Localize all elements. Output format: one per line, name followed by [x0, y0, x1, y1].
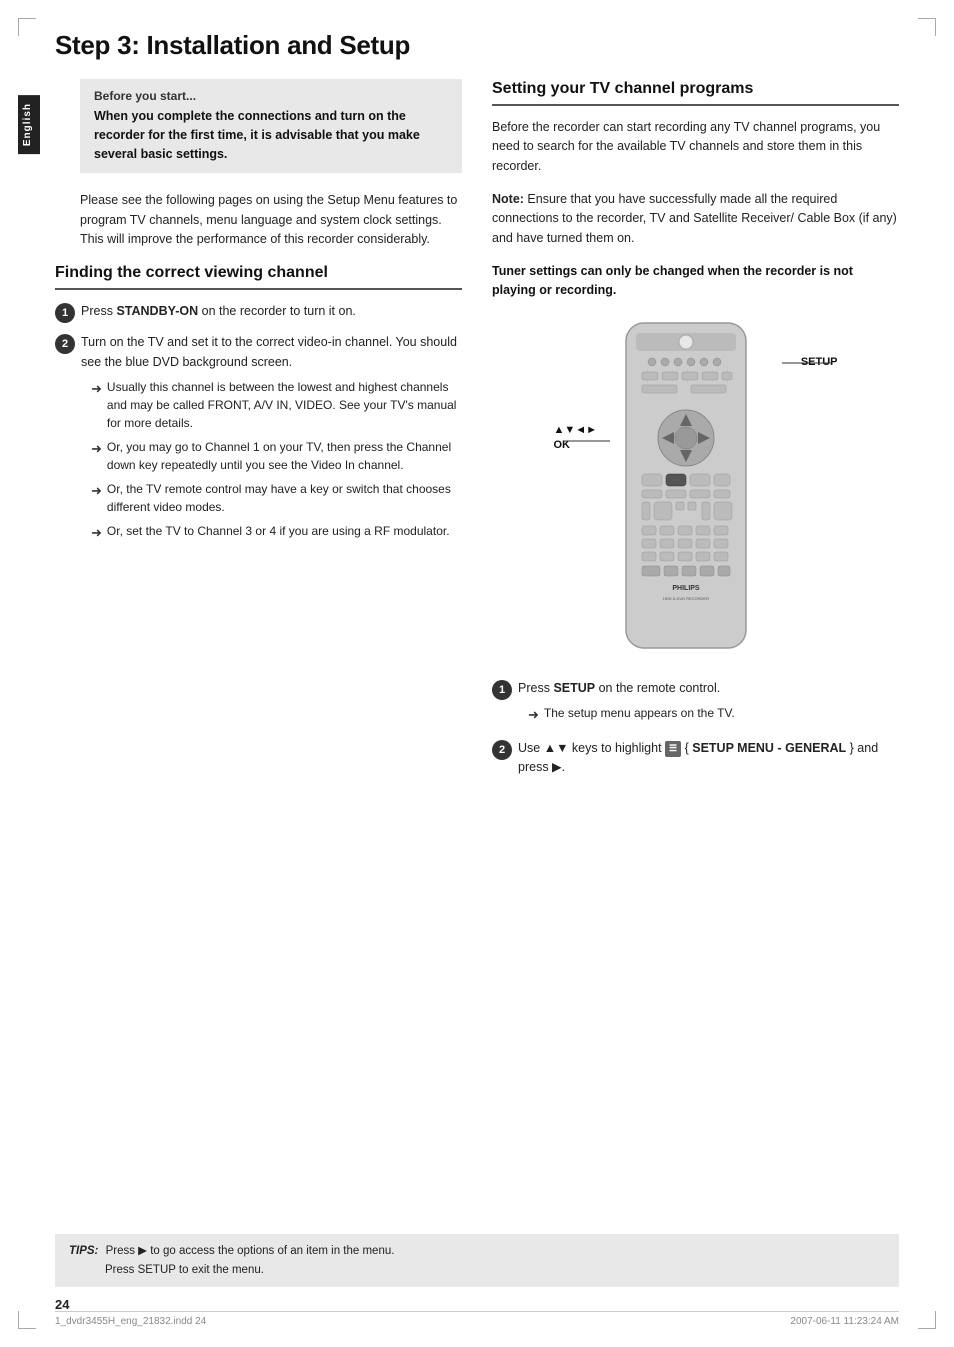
right-step-1-content: Press SETUP on the remote control. ➜ The…: [518, 679, 899, 730]
standby-on-label: STANDBY-ON: [116, 304, 198, 318]
language-tab: English: [18, 95, 40, 154]
bullet-4: ➜ Or, set the TV to Channel 3 or 4 if yo…: [81, 522, 462, 543]
page-title: Step 3: Installation and Setup: [55, 30, 899, 61]
right-bullet-1: ➜ The setup menu appears on the TV.: [518, 704, 899, 725]
right-step-1: 1 Press SETUP on the remote control. ➜ T…: [492, 679, 899, 730]
setup-button-label: SETUP: [553, 681, 595, 695]
two-col-layout: Before you start... When you complete th…: [55, 79, 899, 788]
svg-text:PHILIPS: PHILIPS: [672, 585, 700, 592]
right-intro: Before the recorder can start recording …: [492, 118, 899, 176]
before-start-box: Before you start... When you complete th…: [80, 79, 462, 173]
bullet-text-3: Or, the TV remote control may have a key…: [107, 480, 462, 516]
arrow-icon-3: ➜: [91, 481, 102, 501]
bullet-2: ➜ Or, you may go to Channel 1 on your TV…: [81, 438, 462, 474]
right-step-2: 2 Use ▲▼ keys to highlight ☰ { SETUP MEN…: [492, 739, 899, 778]
before-title: Before you start...: [94, 89, 448, 103]
page-wrapper: English Step 3: Installation and Setup B…: [0, 0, 954, 1347]
corner-bl: [18, 1311, 36, 1329]
left-section-header: Finding the correct viewing channel: [55, 263, 462, 290]
right-section-header: Setting your TV channel programs: [492, 79, 899, 106]
right-arrow-icon-1: ➜: [528, 705, 539, 725]
right-step-2-content: Use ▲▼ keys to highlight ☰ { SETUP MENU …: [518, 739, 899, 778]
bullet-1: ➜ Usually this channel is between the lo…: [81, 378, 462, 432]
right-step-num-1: 1: [492, 680, 512, 700]
step-1-content: Press STANDBY-ON on the recorder to turn…: [81, 302, 462, 321]
left-section-title: Finding the correct viewing channel: [55, 263, 462, 284]
before-body: When you complete the connections and tu…: [94, 107, 448, 163]
footer-info: 1_dvdr3455H_eng_21832.indd 24 2007-06-11…: [55, 1311, 899, 1327]
remote-container: ▲▼◄►OK SETUP: [606, 318, 786, 661]
setup-menu-label: SETUP MENU - GENERAL: [692, 741, 846, 755]
col-right: Setting your TV channel programs Before …: [492, 79, 899, 788]
step-2-content: Turn on the TV and set it to the correct…: [81, 333, 462, 547]
note-para: Note: Ensure that you have successfully …: [492, 190, 899, 248]
tips-label: TIPS:: [69, 1245, 98, 1257]
tips-box: TIPS: Press ▶ to go access the options o…: [55, 1234, 899, 1287]
right-section-title: Setting your TV channel programs: [492, 79, 899, 100]
left-step-2: 2 Turn on the TV and set it to the corre…: [55, 333, 462, 547]
remote-illustration: ▲▼◄►OK SETUP: [492, 318, 899, 661]
tips-line2: Press SETUP to exit the menu.: [105, 1264, 264, 1276]
right-bullet-text-1: The setup menu appears on the TV.: [544, 704, 735, 722]
corner-tr: [918, 18, 936, 36]
note-label: Note:: [492, 192, 527, 206]
bullet-text-1: Usually this channel is between the lowe…: [107, 378, 462, 432]
step-num-1: 1: [55, 303, 75, 323]
remote-svg: PHILIPS HDD & DVD RECORDER: [606, 318, 766, 658]
right-step-num-2: 2: [492, 740, 512, 760]
step-num-2: 2: [55, 334, 75, 354]
tips-line1: Press ▶ to go access the options of an i…: [106, 1245, 395, 1257]
bullet-text-4: Or, set the TV to Channel 3 or 4 if you …: [107, 522, 450, 540]
col-left: Before you start... When you complete th…: [55, 79, 462, 788]
setup-line: [782, 362, 834, 364]
arrow-icon-4: ➜: [91, 523, 102, 543]
svg-text:HDD & DVD RECORDER: HDD & DVD RECORDER: [662, 596, 708, 601]
left-step-1: 1 Press STANDBY-ON on the recorder to tu…: [55, 302, 462, 323]
tuner-warning: Tuner settings can only be changed when …: [492, 262, 899, 300]
intro-paragraph: Please see the following pages on using …: [80, 191, 462, 249]
arrow-icon-2: ➜: [91, 439, 102, 459]
icon-general: ☰: [665, 741, 681, 757]
footer-right: 2007-06-11 11:23:24 AM: [790, 1316, 899, 1327]
ok-label: ▲▼◄►OK: [554, 423, 598, 454]
note-text: Ensure that you have successfully made a…: [492, 192, 897, 245]
page-number: 24: [55, 1297, 69, 1312]
corner-br: [918, 1311, 936, 1329]
corner-tl: [18, 18, 36, 36]
footer-left: 1_dvdr3455H_eng_21832.indd 24: [55, 1316, 206, 1327]
ok-line: [564, 440, 612, 442]
arrow-icon-1: ➜: [91, 379, 102, 399]
main-content: Step 3: Installation and Setup Before yo…: [0, 0, 954, 868]
bullet-text-2: Or, you may go to Channel 1 on your TV, …: [107, 438, 462, 474]
bullet-3: ➜ Or, the TV remote control may have a k…: [81, 480, 462, 516]
right-steps: 1 Press SETUP on the remote control. ➜ T…: [492, 679, 899, 778]
